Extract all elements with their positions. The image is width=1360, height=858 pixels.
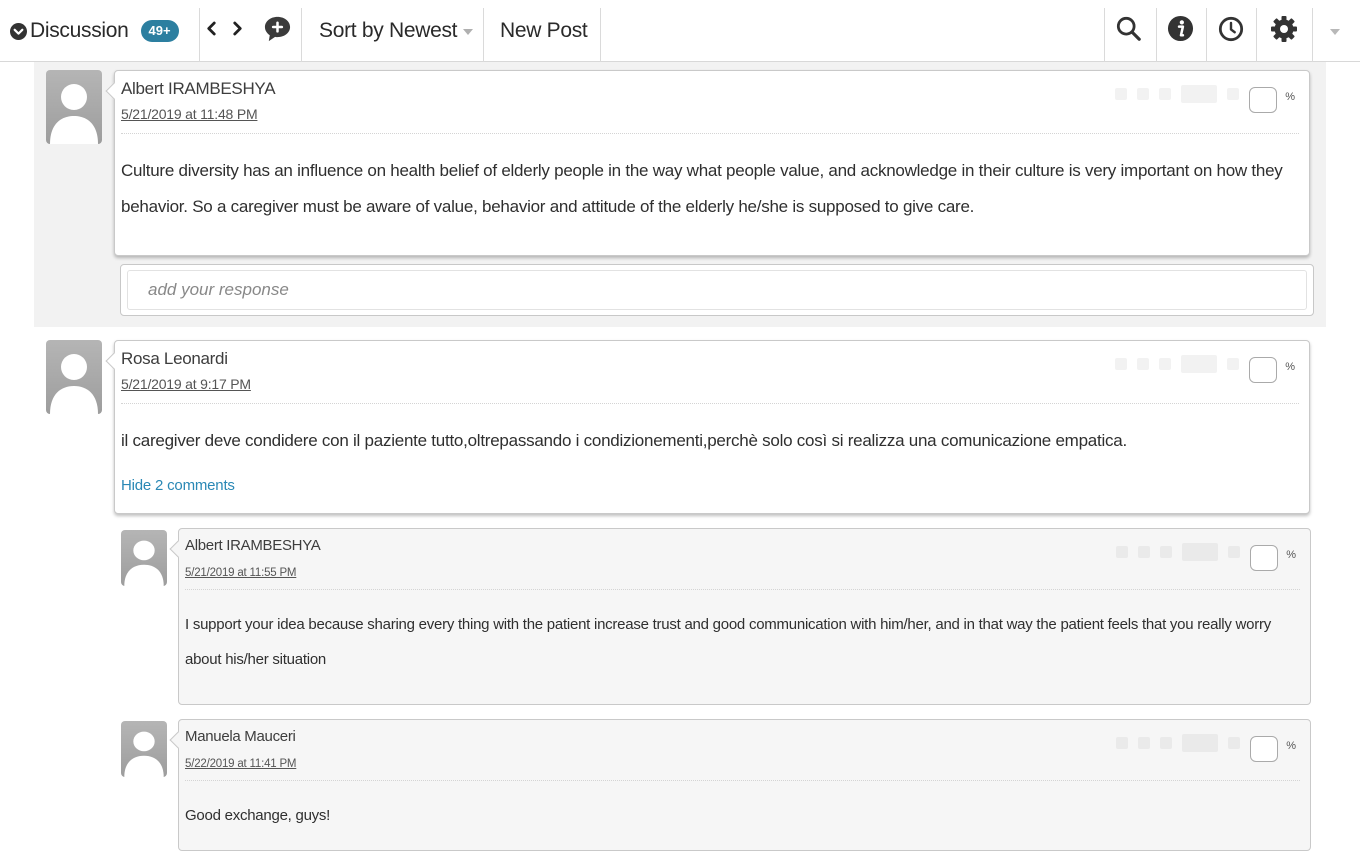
post-date[interactable]: 5/21/2019 at 9:17 PM: [121, 376, 251, 392]
avatar[interactable]: [121, 721, 167, 777]
percent-label: %: [1285, 361, 1295, 373]
new-post-button[interactable]: New Post: [500, 0, 588, 62]
post-date[interactable]: 5/21/2019 at 11:48 PM: [121, 106, 258, 122]
sort-dropdown[interactable]: Sort by Newest: [319, 0, 474, 62]
reply-divider: [185, 780, 1300, 781]
info-button[interactable]: [1167, 0, 1194, 62]
user-silhouette-icon: [50, 354, 98, 414]
chevron-down-circle-icon: [10, 22, 27, 40]
more-options-button[interactable]: [1330, 0, 1340, 62]
avatar[interactable]: [46, 340, 102, 414]
user-silhouette-icon: [124, 731, 164, 777]
info-icon: [1167, 15, 1194, 47]
toolbar-divider: [1256, 8, 1257, 62]
post-body: Culture diversity has an influence on he…: [121, 161, 1283, 216]
discussion-toggle[interactable]: Discussion 49+: [10, 0, 179, 62]
response-box: [120, 264, 1314, 316]
grade-checkbox[interactable]: [1250, 545, 1278, 571]
chevron-left-icon: [206, 21, 217, 41]
discussion-toolbar: Discussion 49+ Sort by Newest New Post: [0, 0, 1360, 62]
settings-button[interactable]: [1270, 0, 1298, 62]
reply-card: Albert IRAMBESHYA 5/21/2019 at 11:55 PM …: [169, 528, 1311, 705]
user-silhouette-icon: [124, 540, 164, 586]
reply-date[interactable]: 5/22/2019 at 11:41 PM: [185, 758, 297, 770]
toolbar-divider: [1206, 8, 1207, 62]
post-card: Rosa Leonardi 5/21/2019 at 9:17 PM il ca…: [105, 340, 1310, 514]
toolbar-divider: [483, 8, 484, 62]
speech-bubble-plus-icon: [263, 14, 292, 48]
post-count-badge: 49+: [140, 20, 179, 42]
toolbar-divider: [600, 8, 601, 62]
discussion-thread: Albert IRAMBESHYA 5/21/2019 at 11:48 PM …: [0, 62, 1360, 858]
discussion-title: Discussion: [30, 19, 129, 42]
clock-icon: [1218, 16, 1244, 47]
search-button[interactable]: [1116, 0, 1142, 62]
toolbar-divider: [199, 8, 200, 62]
new-post-label: New Post: [500, 19, 588, 42]
grade-checkbox[interactable]: [1249, 357, 1277, 383]
percent-label: %: [1286, 740, 1296, 752]
chevron-right-icon: [232, 21, 243, 41]
post-divider: [121, 133, 1299, 134]
history-button[interactable]: [1218, 0, 1244, 62]
post-author[interactable]: Rosa Leonardi: [121, 349, 228, 369]
add-comment-button[interactable]: [263, 0, 292, 62]
post-action-tools[interactable]: [1115, 85, 1239, 103]
reply-author[interactable]: Albert IRAMBESHYA: [185, 537, 321, 554]
reply-body: Good exchange, guys!: [185, 807, 331, 824]
prev-button[interactable]: [206, 0, 217, 62]
percent-label: %: [1286, 549, 1296, 561]
response-input[interactable]: [127, 270, 1307, 310]
post-action-tools[interactable]: [1115, 355, 1239, 373]
reply-divider: [185, 589, 1300, 590]
toolbar-divider: [1104, 8, 1105, 62]
reply-action-tools[interactable]: [1116, 734, 1240, 752]
avatar[interactable]: [46, 70, 102, 144]
avatar[interactable]: [121, 530, 167, 586]
post-body: il caregiver deve condidere con il pazie…: [121, 431, 1127, 450]
post-divider: [121, 403, 1299, 404]
hide-comments-link[interactable]: Hide 2 comments: [121, 477, 235, 494]
sort-label: Sort by Newest: [319, 19, 458, 42]
caret-down-icon: [463, 22, 474, 40]
post-card: Albert IRAMBESHYA 5/21/2019 at 11:48 PM …: [105, 70, 1310, 256]
toolbar-divider: [301, 8, 302, 62]
toolbar-divider: [1312, 8, 1313, 62]
reply-body: I support your idea because sharing ever…: [185, 616, 1271, 668]
percent-label: %: [1285, 91, 1295, 103]
reply-author[interactable]: Manuela Mauceri: [185, 728, 296, 745]
post-author[interactable]: Albert IRAMBESHYA: [121, 79, 276, 99]
grade-checkbox[interactable]: [1250, 736, 1278, 762]
reply-action-tools[interactable]: [1116, 543, 1240, 561]
next-button[interactable]: [232, 0, 243, 62]
user-silhouette-icon: [50, 84, 98, 144]
caret-down-icon: [1330, 22, 1340, 40]
grade-checkbox[interactable]: [1249, 87, 1277, 113]
toolbar-divider: [1156, 8, 1157, 62]
gear-icon: [1270, 15, 1298, 48]
search-icon: [1116, 16, 1142, 47]
reply-card: Manuela Mauceri 5/22/2019 at 11:41 PM Go…: [169, 719, 1311, 851]
reply-date[interactable]: 5/21/2019 at 11:55 PM: [185, 567, 297, 579]
